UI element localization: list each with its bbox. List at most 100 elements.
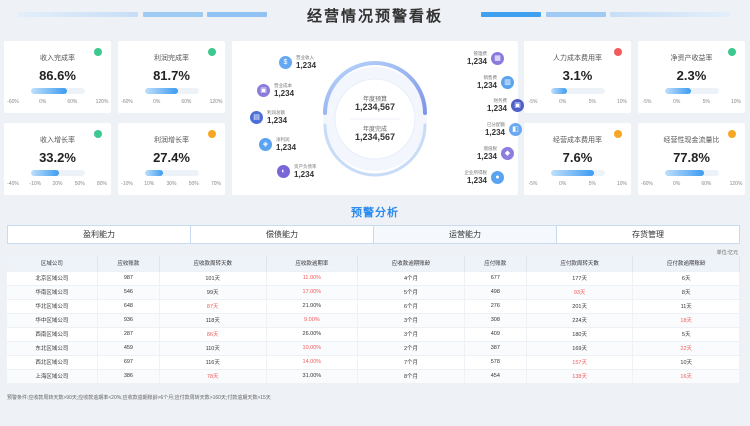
- kpi-card: 净资产收益率 2.3% -5% 0% 5% 10%: [638, 41, 745, 113]
- metric-value: 1,234: [296, 61, 317, 70]
- kpi-value: 81.7%: [153, 68, 190, 83]
- kpi-progress-bar: [145, 88, 199, 94]
- kpi-axis-tick: 10%: [730, 99, 742, 105]
- metric-icon: ◈: [259, 138, 272, 151]
- table-row: 北京区域公司 987 101天 11.00% 4个月 677 177天 6天: [7, 270, 740, 285]
- table-cell: 26.00%: [266, 326, 359, 341]
- summary-metric-item: ◈ 净利润 1,234: [259, 135, 321, 157]
- kpi-axis-tick: 60%: [701, 181, 712, 187]
- kpi-card: 收入增长率 33.2% -40% -10% 20% 50% 80%: [4, 123, 111, 195]
- metric-value: 1,234: [466, 57, 487, 66]
- table-cell: 31.00%: [266, 368, 359, 383]
- kpi-axis: -60% 0% 60% 120%: [641, 181, 742, 189]
- kpi-progress-fill: [551, 170, 595, 176]
- table-row: 上海区域公司 386 78天 31.00% 8个月 454 138天 16天: [7, 368, 740, 383]
- table-row: 西南区域公司 287 86天 26.00% 3个月 409 180天 5天: [7, 326, 740, 341]
- kpi-card: 收入完成率 86.6% -60% 0% 60% 120%: [4, 41, 111, 113]
- table-body: 北京区域公司 987 101天 11.00% 4个月 677 177天 6天 华南区域公司 546…: [7, 270, 740, 383]
- table-cell: 3个月: [357, 312, 465, 327]
- summary-metric-item: ▤ 利润总额 1,234: [250, 108, 312, 130]
- kpi-progress-fill: [145, 88, 178, 94]
- kpi-label: 经营成本费用率: [553, 137, 602, 144]
- kpi-axis-tick: -10%: [29, 181, 42, 187]
- kpi-axis-tick: -5%: [528, 181, 538, 187]
- table-cell: 99天: [159, 284, 267, 299]
- table-cell: 276: [464, 298, 527, 313]
- kpi-axis: -60% 0% 60% 120%: [121, 99, 222, 107]
- kpi-value: 7.6%: [562, 150, 593, 165]
- table-row: 华中区域公司 936 118天 9.00% 3个月 308 224天 18天: [7, 312, 740, 327]
- column-header: 区域公司: [7, 256, 98, 271]
- table-cell: 11天: [632, 298, 740, 313]
- tab-solvency[interactable]: 偿债能力: [191, 225, 374, 244]
- kpi-progress-bar: [145, 170, 199, 176]
- kpi-axis-tick: 10%: [616, 99, 628, 105]
- table-cell: 387: [464, 340, 527, 355]
- kpi-axis-tick: 5%: [702, 99, 710, 105]
- column-header: 应收款逾期账龄: [357, 256, 465, 271]
- kpi-axis-tick: 50%: [188, 181, 199, 187]
- kpi-value: 2.3%: [676, 68, 707, 83]
- header-decoration-right: [481, 12, 541, 17]
- table-cell: 987: [97, 270, 160, 285]
- kpi-axis-tick: -40%: [7, 181, 19, 187]
- summary-panel: 年度预算 1,234,567 年度完成 1,234,567 $ 营业收入 1,234…: [232, 41, 524, 195]
- table-cell: 5天: [632, 326, 740, 341]
- kpi-axis-tick: 70%: [210, 181, 222, 187]
- unit-label: 单位:亿元: [716, 250, 738, 256]
- kpi-label: 收入增长率: [40, 137, 75, 144]
- kpi-axis-tick: 0%: [673, 181, 681, 187]
- table-cell: 11.00%: [266, 270, 359, 285]
- kpi-progress-fill: [665, 170, 705, 176]
- table-cell: 87天: [159, 298, 267, 313]
- table-cell: 936: [97, 312, 160, 327]
- table-row: 东北区域公司 459 110天 10.00% 2个月 387 169天 22天: [7, 340, 740, 355]
- table-cell: 6个月: [357, 298, 465, 313]
- kpi-axis-tick: 50%: [74, 181, 85, 187]
- kpi-label: 利润完成率: [154, 55, 189, 62]
- table-cell: 546: [97, 284, 160, 299]
- kpi-progress-fill: [145, 170, 164, 176]
- tab-inventory[interactable]: 存货管理: [557, 225, 740, 244]
- table-row: 西北区域公司 697 116天 14.00% 7个月 578 157天 10天: [7, 354, 740, 369]
- kpi-label: 净资产收益率: [670, 55, 713, 62]
- kpi-axis: -5% 0% 5% 10%: [641, 99, 742, 107]
- kpi-axis-tick: 5%: [588, 181, 596, 187]
- kpi-axis-tick: 120%: [95, 99, 109, 105]
- table-cell: 157天: [526, 354, 634, 369]
- metric-value: 1,234: [486, 104, 507, 113]
- kpi-axis: -60% 0% 60% 120%: [7, 99, 108, 107]
- table-cell: 西南区域公司: [7, 326, 98, 341]
- summary-metric-item: ◐ 资产负债率 1,234: [277, 162, 339, 184]
- kpi-axis-tick: 0%: [153, 99, 161, 105]
- table-cell: 180天: [526, 326, 634, 341]
- tab-operations[interactable]: 运营能力: [374, 225, 557, 244]
- table-cell: 224天: [526, 312, 634, 327]
- metric-value: 1,234: [466, 176, 487, 185]
- table-cell: 116天: [159, 354, 267, 369]
- table-cell: 华南区域公司: [7, 284, 98, 299]
- kpi-axis: -5% 0% 5% 10%: [527, 99, 628, 107]
- table-header: 区域公司 应收账款 应收款周转天数 应收款逾期率 应收款逾期账龄 应付账款 应付款周转天数应…: [7, 256, 740, 271]
- metric-icon: ▥: [501, 76, 514, 89]
- table-cell: 648: [97, 298, 160, 313]
- tab-profitability[interactable]: 盈利能力: [7, 225, 191, 244]
- table-cell: 9.00%: [266, 312, 359, 327]
- metric-value: 1,234: [276, 143, 297, 152]
- table-cell: 110天: [159, 340, 267, 355]
- metric-value: 1,234: [476, 152, 497, 161]
- metric-icon: ●: [491, 171, 504, 184]
- table-cell: 78天: [159, 368, 267, 383]
- summary-metric-item: ▦ 管理费 1,234: [442, 49, 504, 71]
- kpi-axis-tick: 0%: [559, 99, 567, 105]
- metric-icon: $: [279, 56, 292, 69]
- metric-icon: ▤: [250, 111, 263, 124]
- table-cell: 5个月: [357, 284, 465, 299]
- column-header: 应收款逾期率: [266, 256, 359, 271]
- kpi-progress-fill: [31, 170, 60, 176]
- metric-value: 1,234: [274, 89, 295, 98]
- warning-conditions-note: 预警条件:应收款周转天数>90天;应收款逾期率<20%;应收款逾期账龄>6个月;…: [7, 395, 271, 401]
- table-cell: 7个月: [357, 354, 465, 369]
- kpi-axis: -10% 10% 30% 50% 70%: [121, 181, 222, 189]
- table-cell: 6天: [632, 270, 740, 285]
